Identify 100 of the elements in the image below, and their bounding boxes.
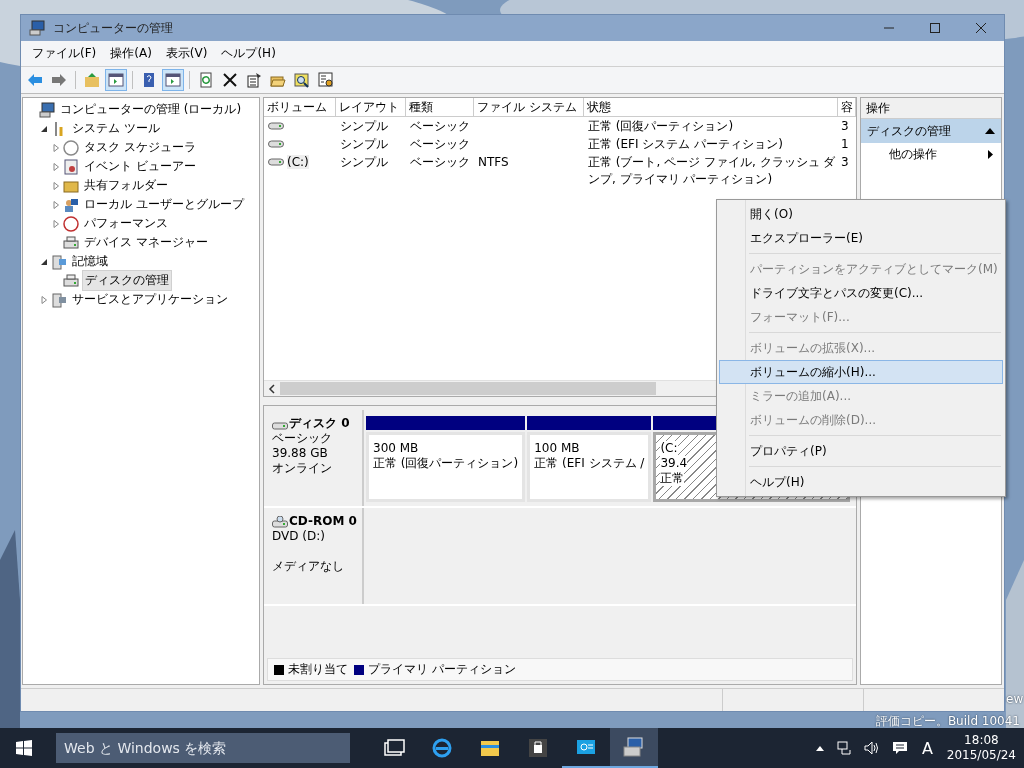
disk-info: ベーシック xyxy=(272,431,332,446)
toolbar-button[interactable] xyxy=(162,69,184,91)
computer-icon xyxy=(622,735,646,759)
partition-info: 100 MB xyxy=(534,441,580,456)
partition-block[interactable]: 300 MB 正常 (回復パーティション) xyxy=(366,432,526,502)
collapse-arrow-icon[interactable] xyxy=(40,124,48,133)
disk-status: メディアなし xyxy=(272,559,344,574)
expand-arrow-icon[interactable] xyxy=(40,295,48,304)
table-cell: シンプル xyxy=(340,154,388,171)
tree-item[interactable]: タスク スケジューラ xyxy=(82,138,198,157)
table-cell: ベーシック xyxy=(410,118,470,135)
menu-item[interactable]: 表示(V) xyxy=(158,45,215,62)
users-icon xyxy=(63,196,79,213)
column-header[interactable]: レイアウト xyxy=(336,98,406,117)
scroll-left-icon[interactable] xyxy=(268,383,276,394)
disk-name: CD-ROM 0 xyxy=(289,514,357,529)
context-menu-item[interactable]: プロパティ(P) xyxy=(719,439,1003,463)
table-cell: 正常 (EFI システム パーティション) xyxy=(588,136,783,153)
table-cell: ベーシック xyxy=(410,154,470,171)
tree-item[interactable]: システム ツール xyxy=(70,119,162,138)
column-header[interactable]: ボリューム xyxy=(264,98,336,117)
server-icon xyxy=(51,291,67,308)
tree-item[interactable]: コンピューターの管理 (ローカル) xyxy=(58,100,244,119)
delete-icon xyxy=(222,72,238,88)
search-field[interactable]: Web と Windows を検索 xyxy=(56,733,350,763)
log-icon xyxy=(63,158,79,175)
windows-logo-icon xyxy=(16,740,32,756)
column-header[interactable]: 状態 xyxy=(584,98,838,117)
input-mode-indicator[interactable]: A xyxy=(921,738,933,758)
menu-item[interactable]: ファイル(F) xyxy=(25,45,104,62)
clock-time[interactable]: 18:08 xyxy=(964,733,999,748)
network-icon[interactable] xyxy=(835,740,852,756)
expand-arrow-icon[interactable] xyxy=(52,181,60,190)
expand-arrow-icon[interactable] xyxy=(52,219,60,228)
disk-info: DVD (D:) xyxy=(272,529,325,544)
refresh-icon xyxy=(198,72,214,88)
disk-name: ディスク 0 xyxy=(289,416,350,431)
show-hidden-icons-icon[interactable] xyxy=(815,745,824,751)
table-cell: シンプル xyxy=(340,136,388,153)
partition-info: 正常 (EFI システム / xyxy=(534,456,645,471)
storage-icon xyxy=(51,253,67,270)
printer-icon xyxy=(63,234,79,251)
tree-item[interactable]: ディスクの管理 xyxy=(82,270,172,291)
table-cell: 1 xyxy=(841,137,849,151)
maximize-icon xyxy=(929,22,941,34)
collapse-arrow-icon[interactable] xyxy=(40,257,48,266)
expand-arrow-icon[interactable] xyxy=(52,200,60,209)
window-title: コンピューターの管理 xyxy=(53,19,173,37)
toolbar-button[interactable] xyxy=(105,69,127,91)
disk-info: オンライン xyxy=(272,461,332,476)
desktop-text: 評価コピー。Build 10041 xyxy=(875,713,1020,730)
computer-icon xyxy=(39,101,55,118)
partition-block[interactable]: 100 MB 正常 (EFI システム / xyxy=(527,432,652,502)
context-menu-item[interactable]: ボリュームの縮小(H)... xyxy=(719,360,1003,384)
partition-info: (C: xyxy=(660,441,678,456)
computer-icon xyxy=(29,20,45,36)
context-menu-item[interactable]: エクスプローラー(E) xyxy=(719,226,1003,250)
table-cell: 3 xyxy=(841,155,849,169)
tree-item[interactable]: 記憶域 xyxy=(70,252,110,271)
tree-item[interactable]: 共有フォルダー xyxy=(82,176,170,195)
settings-icon xyxy=(318,72,334,88)
partition-info: 正常 xyxy=(660,471,685,486)
close-icon xyxy=(975,22,987,34)
desktop-text: ew xyxy=(1006,692,1024,706)
action-item[interactable]: 他の操作 xyxy=(861,143,1001,165)
partition-info: 正常 (回復パーティション) xyxy=(373,456,519,471)
table-cell: 正常 (回復パーティション) xyxy=(588,118,734,135)
context-menu-item[interactable]: ドライブ文字とパスの変更(C)... xyxy=(719,281,1003,305)
notification-icon[interactable] xyxy=(891,740,908,756)
shopping-bag-icon xyxy=(526,736,550,760)
folder-up-icon xyxy=(84,72,100,88)
column-header[interactable]: ファイル システム xyxy=(474,98,584,117)
browser-icon xyxy=(430,736,454,760)
pane-header: 操作 xyxy=(861,98,1001,119)
submenu-arrow-icon xyxy=(988,149,993,159)
expand-arrow-icon[interactable] xyxy=(52,143,60,152)
expand-arrow-icon[interactable] xyxy=(52,162,60,171)
column-header[interactable]: 種類 xyxy=(406,98,474,117)
tree-item[interactable]: パフォーマンス xyxy=(82,214,170,233)
clock-date[interactable]: 2015/05/24 xyxy=(946,748,1016,763)
search-icon xyxy=(294,72,310,88)
arrow-right-icon xyxy=(51,72,67,88)
context-menu-item[interactable]: ヘルプ(H) xyxy=(719,470,1003,494)
partition-info: 39.4 xyxy=(660,456,688,471)
tree-item[interactable]: ローカル ユーザーとグループ xyxy=(82,195,246,214)
tree-item[interactable]: イベント ビューアー xyxy=(82,157,198,176)
context-menu-item[interactable]: 開く(O) xyxy=(719,202,1003,226)
column-header[interactable]: 容 xyxy=(838,98,856,117)
action-section-header[interactable]: ディスクの管理 xyxy=(861,119,1001,143)
pane-icon xyxy=(108,72,124,88)
table-cell: シンプル xyxy=(340,118,388,135)
clock-icon xyxy=(63,139,79,156)
tree-item[interactable]: サービスとアプリケーション xyxy=(70,290,230,309)
menu-item[interactable]: ヘルプ(H) xyxy=(214,45,283,62)
table-cell: 3 xyxy=(841,119,849,133)
volume-icon[interactable] xyxy=(863,740,880,756)
collapse-arrow-icon xyxy=(985,128,995,134)
menu-item[interactable]: 操作(A) xyxy=(103,45,159,62)
table-cell-text: 正常 (ブート, ページ ファイル, クラッシュ ダンプ, プライマリ パーティション) xyxy=(588,154,837,188)
tree-item[interactable]: デバイス マネージャー xyxy=(82,233,210,252)
